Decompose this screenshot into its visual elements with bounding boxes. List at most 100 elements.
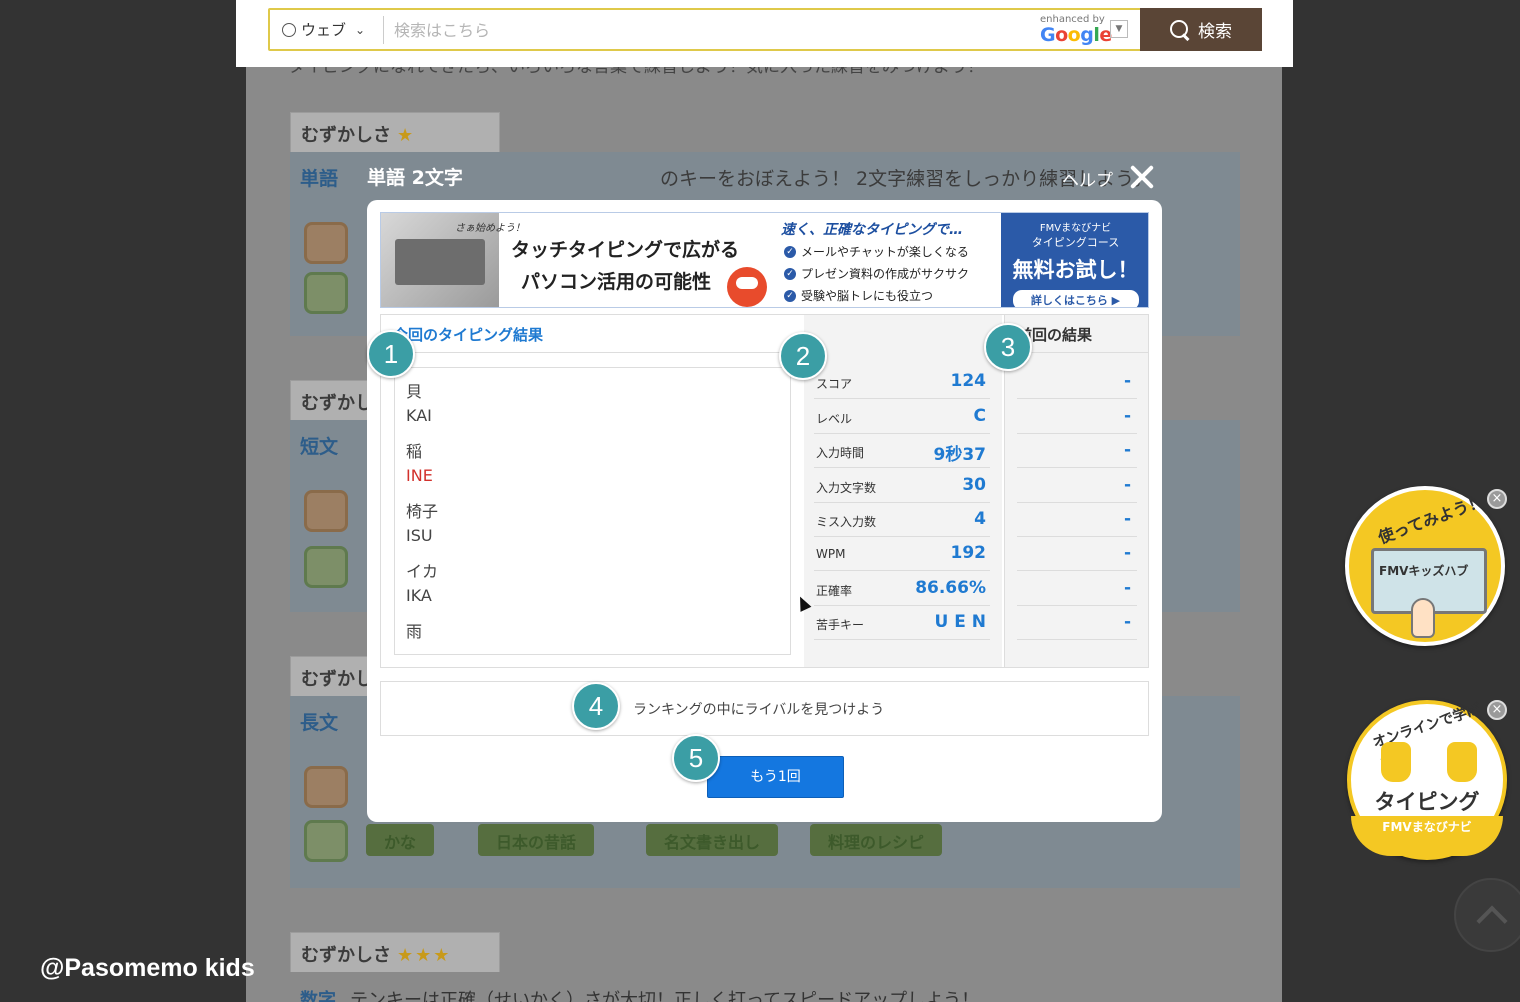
close-widget-icon[interactable]: × — [1487, 489, 1507, 509]
previous-row: - — [1017, 365, 1137, 399]
stat-row: ミス入力数 4 — [814, 503, 990, 537]
callout-badge: 1 — [367, 330, 415, 378]
callout-badge: 3 — [984, 323, 1032, 371]
course-chip[interactable]: 料理のレシピ — [810, 824, 943, 856]
result-modal: さぁ始めよう！ タッチタイピングで広がる パソコン活用の可能性 速く、正確なタイ… — [367, 200, 1162, 822]
current-stats: スコア 124 レベル C 入力時間 9秒37 入力文字数 30 ミス入力数 4 WPM 1… — [804, 315, 1002, 667]
typed-words-list[interactable]: 貝 KAI 稲 INE 椅子 ISU イカ IKA 雨 — [394, 367, 791, 655]
scroll-to-top-button[interactable] — [1454, 878, 1520, 952]
difficulty-label: むずかしさ — [301, 945, 391, 966]
previous-row: - — [1017, 434, 1137, 468]
ranking-text: ランキングの中にライバルを見つけよう — [633, 702, 885, 718]
word-kanji: 椅子 — [406, 502, 439, 521]
difficulty-tab: むずかしさ ★ — [290, 112, 500, 152]
modal-title: 単語 2文字 — [367, 167, 463, 189]
callout-badge: 2 — [779, 332, 827, 380]
mascot-icon — [304, 490, 348, 532]
banner-bullet: ✓ 受験や脳トレにも役立つ — [784, 287, 969, 304]
banner-right-heading: 速く、正確なタイピングで… — [781, 222, 963, 238]
mascot-icon — [304, 546, 348, 588]
previous-row: - — [1017, 606, 1137, 640]
section-title: 長文 — [300, 712, 339, 734]
retry-button[interactable]: もう1回 — [707, 756, 844, 798]
search-bar: ウェブ ⌄ enhanced by Google ▼ 検索 — [236, 0, 1293, 67]
search-box: ウェブ ⌄ enhanced by Google ▼ 検索 — [268, 8, 1262, 51]
section-description: テンキーは正確（せいかく）さが大切！正しく打ってスピードアップしよう！ — [350, 990, 980, 1002]
cta-details-button[interactable]: 詳しくはこちら ▶ — [1012, 290, 1139, 307]
previous-stats: 前回の結果 - - - - - - - - — [1004, 315, 1149, 667]
stat-row: レベル C — [814, 400, 990, 434]
stat-row: 入力文字数 30 — [814, 469, 990, 503]
section-title: 短文 — [300, 436, 339, 458]
close-widget-icon[interactable]: × — [1487, 700, 1507, 720]
section-title: 単語 — [300, 168, 339, 190]
stat-row: WPM 192 — [814, 537, 990, 571]
close-icon[interactable] — [1128, 163, 1156, 191]
word-kanji: 稲 — [406, 442, 423, 461]
owl-mascot-icon — [727, 267, 767, 307]
banner-bullets: ✓ メールやチャットが楽しくなる ✓ プレゼン資料の作成がサクサク ✓ 受験や脳トレに… — [784, 243, 969, 307]
widget-heading: 使ってみよう！ — [1375, 491, 1487, 548]
banner-bullet: ✓ メールやチャットが楽しくなる — [784, 243, 969, 260]
search-scope-label: ウェブ — [301, 21, 347, 39]
chevron-down-icon: ⌄ — [355, 22, 366, 37]
previous-row: - — [1017, 400, 1137, 434]
widget-title: タイピング — [1374, 790, 1480, 814]
search-icon — [1170, 19, 1190, 40]
banner-headline: タッチタイピングで広がる — [511, 239, 740, 261]
check-icon: ✓ — [784, 267, 796, 280]
word-romaji: ISU — [406, 526, 433, 545]
word-romaji: KAI — [406, 406, 432, 425]
banner-bubble: さぁ始めよう！ — [455, 223, 525, 234]
stat-row: 正確率 86.66% — [814, 572, 990, 606]
word-romaji: IKA — [406, 586, 432, 605]
callout-badge: 5 — [672, 734, 720, 782]
difficulty-tab: むずかしさ ★★★ — [290, 932, 500, 972]
search-button[interactable]: 検索 — [1140, 8, 1262, 51]
banner-cta[interactable]: FMVまなびナビ タイピングコース 無料お試し！ 詳しくはこちら ▶ — [1001, 213, 1148, 307]
difficulty-label: むずかしさ — [301, 125, 391, 146]
cta-brand: FMVまなびナビ — [1039, 223, 1112, 234]
list-item: 稲 INE — [406, 440, 790, 488]
word-romaji: INE — [406, 466, 433, 485]
word-kanji: イカ — [406, 562, 439, 581]
globe-icon — [282, 22, 296, 37]
mascot-icon — [304, 766, 348, 808]
help-link[interactable]: ヘルプ — [1062, 166, 1113, 191]
stat-row: 入力時間 9秒37 — [814, 434, 990, 468]
hand-icon — [1447, 742, 1477, 782]
difficulty-stars: ★ — [397, 125, 416, 146]
widget-label: FMVキッズハブ — [1379, 564, 1469, 578]
course-chip[interactable]: かな — [366, 824, 435, 856]
google-options-icon[interactable]: ▼ — [1110, 20, 1128, 38]
divider — [383, 16, 384, 44]
ranking-box[interactable]: ランキングの中にライバルを見つけよう — [380, 681, 1149, 736]
ad-banner[interactable]: さぁ始めよう！ タッチタイピングで広がる パソコン活用の可能性 速く、正確なタイ… — [380, 212, 1149, 308]
course-chip[interactable]: 名文書き出し — [646, 824, 779, 856]
check-icon: ✓ — [784, 289, 796, 302]
previous-row: - — [1017, 469, 1137, 503]
section-title: 数字 — [300, 990, 336, 1002]
list-item: 貝 KAI — [406, 380, 790, 428]
mascot-icon — [304, 820, 348, 862]
callout-badge: 4 — [572, 682, 620, 730]
hand-icon — [1381, 742, 1411, 782]
result-box: 今回のタイピング結果 貝 KAI 稲 INE 椅子 ISU イカ IKA 雨 ス… — [380, 314, 1149, 668]
cta-main: 無料お試し！ — [1012, 258, 1139, 282]
previous-row: - — [1017, 503, 1137, 537]
watermark: @Pasomemo kids — [40, 954, 255, 982]
mascot-icon — [304, 222, 348, 264]
previous-row: - — [1017, 572, 1137, 606]
results-title: 今回のタイピング結果 — [393, 326, 544, 344]
search-scope-dropdown[interactable]: ウェブ ⌄ — [282, 19, 365, 40]
course-chip[interactable]: 日本の昔話 — [478, 824, 595, 856]
stat-row: 苦手キー U E N — [814, 606, 990, 640]
banner-headline: パソコン活用の可能性 — [521, 271, 712, 293]
search-input[interactable] — [394, 18, 994, 42]
word-kanji: 貝 — [406, 382, 423, 401]
previous-row: - — [1017, 537, 1137, 571]
kids-hub-widget[interactable]: 使ってみよう！ FMVキッズハブ — [1345, 486, 1505, 646]
typing-course-widget[interactable]: オンラインで学ぼう！ タイピング FMVまなびナビ — [1347, 700, 1507, 860]
widget-footer: FMVまなびナビ — [1351, 816, 1503, 856]
section-number-intro: 数字 テンキーは正確（せいかく）さが大切！正しく打ってスピードアップしよう！ — [300, 986, 979, 1002]
